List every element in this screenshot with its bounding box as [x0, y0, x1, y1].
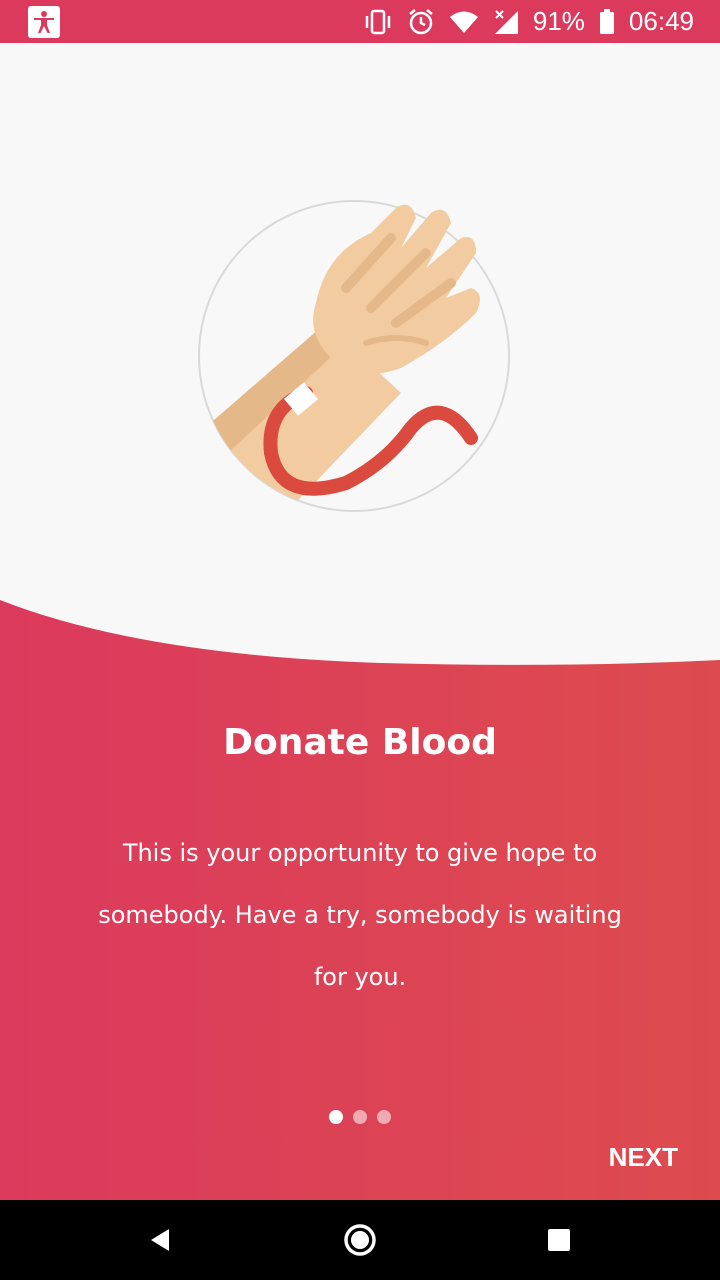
onboarding-description: This is your opportunity to give hope to… [98, 839, 622, 991]
home-button[interactable] [320, 1200, 400, 1280]
alarm-icon [407, 8, 435, 36]
battery-percent: 91% [532, 6, 585, 36]
wifi-icon [449, 10, 479, 34]
hero-section [0, 43, 720, 683]
page-dot [377, 1110, 391, 1124]
page-dot [353, 1110, 367, 1124]
status-icons: 91% 06:49 [363, 0, 694, 43]
back-icon [151, 1229, 169, 1251]
page-dot-active [329, 1110, 343, 1124]
back-button[interactable] [120, 1200, 200, 1280]
navigation-bar [0, 1200, 720, 1280]
home-icon [344, 1224, 376, 1256]
recents-button[interactable] [519, 1200, 599, 1280]
signal-icon [493, 9, 519, 35]
clock: 06:49 [628, 6, 694, 36]
vibrate-icon [363, 9, 393, 35]
status-bar: 91% 06:49 [0, 0, 720, 43]
recents-icon [548, 1229, 570, 1251]
next-button[interactable]: NEXT [609, 1142, 678, 1173]
hand-blood-donation-illustration [198, 200, 510, 512]
battery-icon [599, 8, 615, 35]
page-indicator [0, 1110, 720, 1124]
onboarding-title: Donate Blood [223, 722, 497, 763]
accessibility-person-icon [28, 6, 60, 38]
